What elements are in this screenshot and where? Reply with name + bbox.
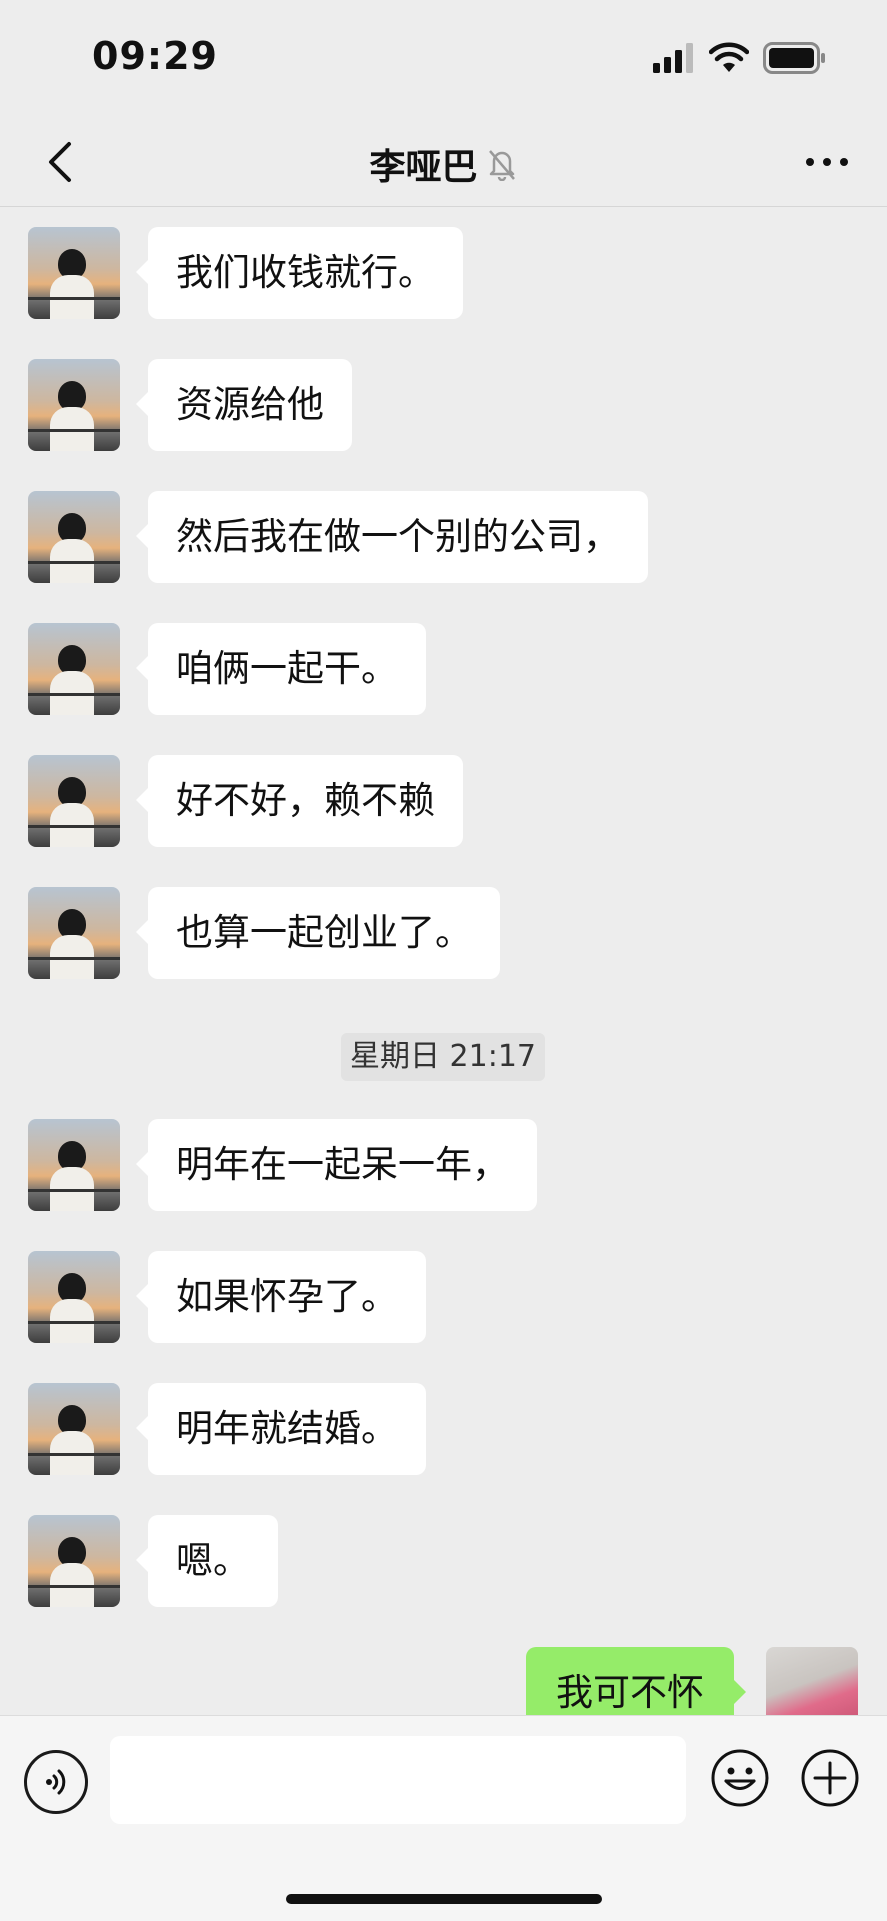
self-avatar[interactable] [766,1647,858,1715]
message-row: 嗯。 [0,1515,887,1607]
cellular-signal-icon [653,43,693,73]
contact-avatar[interactable] [28,359,120,451]
plus-icon[interactable] [800,1748,860,1808]
message-row: 资源给他 [0,359,887,451]
voice-input-icon [46,1769,66,1795]
message-row: 明年就结婚。 [0,1383,887,1475]
contact-avatar[interactable] [28,227,120,319]
status-bar: 09:29 [0,0,887,118]
message-bubble[interactable]: 如果怀孕了。 [136,1251,426,1343]
chat-message-list[interactable]: 我们收钱就行。 资源给他 然后我在做一个别的公司， 咱俩一起干。 好不好，赖不赖… [0,207,887,1715]
message-bubble[interactable]: 明年在一起呆一年， [136,1119,537,1211]
message-bubble[interactable]: 明年就结婚。 [136,1383,426,1475]
more-dots-icon [806,158,848,166]
contact-avatar[interactable] [28,491,120,583]
message-row: 我们收钱就行。 [0,227,887,319]
message-row: 也算一起创业了。 [0,887,887,979]
contact-avatar[interactable] [28,887,120,979]
bell-muted-icon [488,150,515,181]
message-row: 如果怀孕了。 [0,1251,887,1343]
status-icons [653,40,827,76]
message-bubble[interactable]: 资源给他 [136,359,352,451]
message-bubble[interactable]: 嗯。 [136,1515,278,1607]
message-row: 明年在一起呆一年， [0,1119,887,1211]
self-message-bubble[interactable]: 我可不怀 [526,1647,746,1715]
contact-avatar[interactable] [28,1251,120,1343]
message-bubble[interactable]: 好不好，赖不赖 [136,755,463,847]
message-row: 然后我在做一个别的公司， [0,491,887,583]
message-bubble[interactable]: 也算一起创业了。 [136,887,500,979]
contact-avatar[interactable] [28,1515,120,1607]
time-separator: 星期日 21:17 [341,1033,545,1081]
message-bubble[interactable]: 然后我在做一个别的公司， [136,491,648,583]
contact-avatar[interactable] [28,755,120,847]
message-input[interactable] [110,1736,686,1824]
message-row: 好不好，赖不赖 [0,755,887,847]
home-indicator [286,1894,602,1904]
chat-header: 李哑巴 [0,118,887,207]
message-row: 咱俩一起干。 [0,623,887,715]
emoji-icon[interactable] [710,1748,770,1808]
input-bar [0,1715,887,1921]
voice-input-button[interactable] [24,1750,88,1814]
contact-avatar[interactable] [28,623,120,715]
battery-icon [763,42,825,74]
more-options-button[interactable] [797,132,857,192]
chat-title-group: 李哑巴 [0,138,887,190]
chat-title: 李哑巴 [369,147,478,188]
wifi-icon [709,42,749,72]
contact-avatar[interactable] [28,1383,120,1475]
message-bubble[interactable]: 我们收钱就行。 [136,227,463,319]
message-bubble[interactable]: 咱俩一起干。 [136,623,426,715]
status-time: 09:29 [92,34,218,78]
contact-avatar[interactable] [28,1119,120,1211]
